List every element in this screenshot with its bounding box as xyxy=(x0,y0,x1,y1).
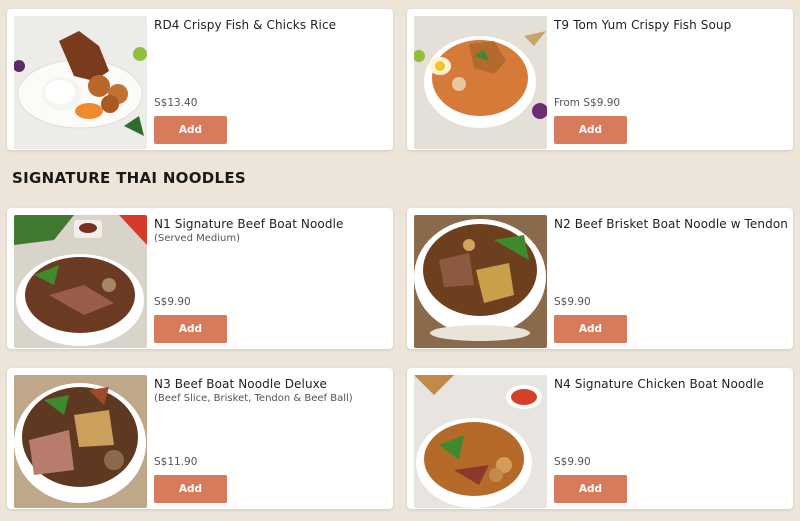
menu-item-card[interactable]: N1 Signature Beef Boat Noodle (Served Me… xyxy=(7,208,393,349)
menu-item-card[interactable]: RD4 Crispy Fish & Chicks Rice S$13.40 Ad… xyxy=(7,9,393,150)
add-button[interactable]: Add xyxy=(154,116,227,144)
item-title: N1 Signature Beef Boat Noodle xyxy=(154,217,344,231)
tom-yum-soup-image xyxy=(414,16,547,149)
item-price: S$11.90 xyxy=(154,456,198,468)
add-button[interactable]: Add xyxy=(154,475,227,503)
item-price: S$13.40 xyxy=(154,97,198,109)
add-button[interactable]: Add xyxy=(554,315,627,343)
section-title: SIGNATURE THAI NOODLES xyxy=(12,169,247,187)
menu-item-card[interactable]: N4 Signature Chicken Boat Noodle S$9.90 … xyxy=(407,368,793,509)
item-price: S$9.90 xyxy=(154,296,191,308)
beef-noodle-image xyxy=(14,215,147,348)
deluxe-noodle-image xyxy=(14,375,147,508)
item-title: T9 Tom Yum Crispy Fish Soup xyxy=(554,18,732,32)
chicken-noodle-image xyxy=(414,375,547,508)
item-price: S$9.90 xyxy=(554,456,591,468)
menu-item-card[interactable]: N2 Beef Brisket Boat Noodle w Tendon S$9… xyxy=(407,208,793,349)
crispy-fish-rice-image xyxy=(14,16,147,149)
item-title: N3 Beef Boat Noodle Deluxe xyxy=(154,377,327,391)
item-description: (Served Medium) xyxy=(154,233,240,244)
item-title: N4 Signature Chicken Boat Noodle xyxy=(554,377,765,391)
item-title: N2 Beef Brisket Boat Noodle w Tendon xyxy=(554,217,788,231)
brisket-noodle-image xyxy=(414,215,547,348)
item-price: From S$9.90 xyxy=(554,97,621,109)
add-button[interactable]: Add xyxy=(554,475,627,503)
add-button[interactable]: Add xyxy=(154,315,227,343)
item-price: S$9.90 xyxy=(554,296,591,308)
menu-item-card[interactable]: T9 Tom Yum Crispy Fish Soup From S$9.90 … xyxy=(407,9,793,150)
item-description: (Beef Slice, Brisket, Tendon & Beef Ball… xyxy=(154,393,353,404)
menu-item-card[interactable]: N3 Beef Boat Noodle Deluxe (Beef Slice, … xyxy=(7,368,393,509)
add-button[interactable]: Add xyxy=(554,116,627,144)
item-title: RD4 Crispy Fish & Chicks Rice xyxy=(154,18,337,32)
